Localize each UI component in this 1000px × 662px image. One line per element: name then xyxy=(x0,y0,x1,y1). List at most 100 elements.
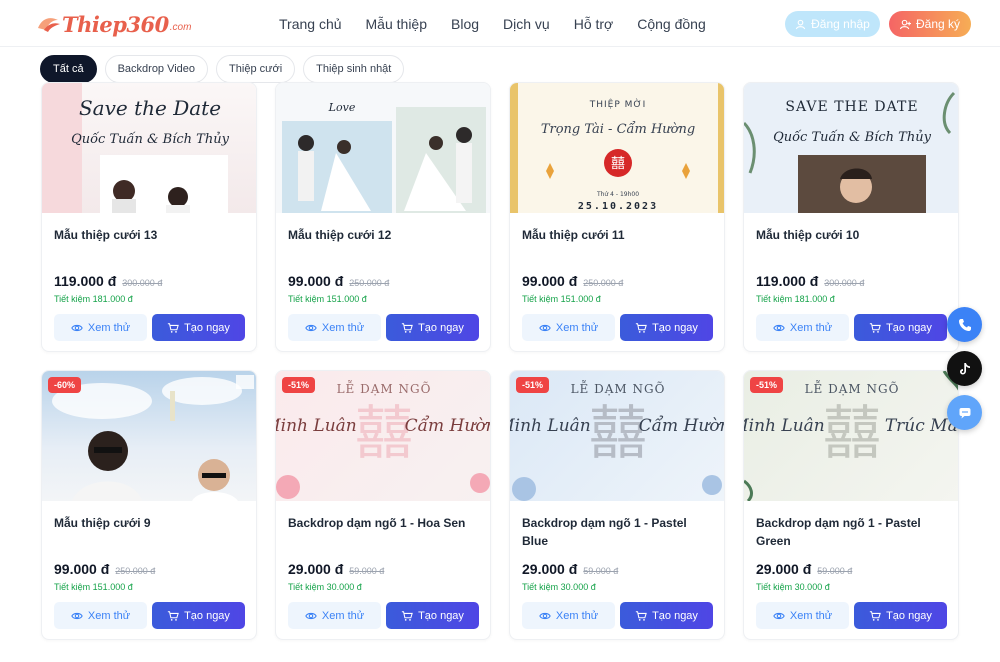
card-title[interactable]: Backdrop dạm ngõ 1 - Hoa Sen xyxy=(288,514,478,532)
card-title[interactable]: Backdrop dạm ngõ 1 - Pastel Blue xyxy=(522,514,712,550)
card-thumbnail[interactable]: LỄ DẠM NGÕ 囍 Minh Luân Trúc Mai -51% xyxy=(744,371,958,501)
product-card[interactable]: -60% Mẫu thiệp cưới 9 99.000 đ 250.000 đ… xyxy=(41,370,257,640)
create-button[interactable]: Tạo ngay xyxy=(854,602,947,629)
nav-home[interactable]: Trang chủ xyxy=(279,16,342,32)
nav-community[interactable]: Cộng đồng xyxy=(637,16,706,32)
product-card[interactable]: Save the Date Quốc Tuấn & Bích Thủy Mẫu … xyxy=(41,82,257,352)
eye-icon xyxy=(305,324,317,331)
price: 119.000 đ xyxy=(756,273,819,289)
tab-birthday-card[interactable]: Thiệp sinh nhật xyxy=(303,55,405,83)
register-label: Đăng ký xyxy=(915,17,961,31)
chat-icon xyxy=(959,407,970,418)
preview-button[interactable]: Xem thử xyxy=(54,314,147,341)
nav-support[interactable]: Hỗ trợ xyxy=(574,16,614,32)
login-label: Đăng nhập xyxy=(811,17,870,31)
preview-button[interactable]: Xem thử xyxy=(522,602,615,629)
old-price: 59.000 đ xyxy=(817,566,853,576)
create-label: Tạo ngay xyxy=(418,321,464,334)
cart-icon xyxy=(635,610,647,621)
product-grid: Save the Date Quốc Tuấn & Bích Thủy Mẫu … xyxy=(41,82,959,640)
eye-icon xyxy=(305,612,317,619)
preview-label: Xem thử xyxy=(555,609,599,622)
login-button[interactable]: Đăng nhập xyxy=(785,11,880,37)
price: 99.000 đ xyxy=(54,561,110,577)
phone-button[interactable] xyxy=(947,307,982,342)
cart-icon xyxy=(167,610,179,621)
old-price: 59.000 đ xyxy=(583,566,619,576)
product-card[interactable]: LỄ DẠM NGÕ 囍 Minh Luân Cẩm Hường -51% Ba… xyxy=(275,370,491,640)
create-button[interactable]: Tạo ngay xyxy=(386,602,479,629)
chat-button[interactable] xyxy=(947,395,982,430)
product-card[interactable]: SAVE THE DATE Quốc Tuấn & Bích Thủy Mẫu … xyxy=(743,82,959,352)
site-header: Thiep360 .com Trang chủ Mẫu thiệp Blog D… xyxy=(0,0,1000,47)
nav-services[interactable]: Dịch vụ xyxy=(503,16,550,32)
category-tabs: Tất cả Backdrop Video Thiệp cưới Thiệp s… xyxy=(40,55,405,83)
card-thumbnail[interactable]: LỄ DẠM NGÕ 囍 Minh Luân Cẩm Hường -51% xyxy=(510,371,725,501)
nav-templates[interactable]: Mẫu thiệp xyxy=(366,16,427,32)
tab-backdrop-video[interactable]: Backdrop Video xyxy=(104,55,209,83)
discount-badge: -51% xyxy=(282,377,316,393)
price: 119.000 đ xyxy=(54,273,117,289)
savings-text: Tiết kiệm 30.000 đ xyxy=(756,582,830,592)
create-button[interactable]: Tạo ngay xyxy=(152,314,245,341)
savings-text: Tiết kiệm 30.000 đ xyxy=(288,582,362,592)
card-thumbnail[interactable]: THIỆP MỜI Trọng Tài - Cẩm Hường 囍 Thứ 4 … xyxy=(510,83,724,213)
tab-all[interactable]: Tất cả xyxy=(40,55,97,83)
art-names-text: Quốc Tuấn & Bích Thủy xyxy=(71,131,230,147)
phone-icon xyxy=(958,318,971,331)
card-title[interactable]: Mẫu thiệp cưới 10 xyxy=(756,226,946,244)
old-price: 250.000 đ xyxy=(349,278,390,288)
create-button[interactable]: Tạo ngay xyxy=(386,314,479,341)
card-thumbnail[interactable]: Love xyxy=(276,83,490,213)
card-title[interactable]: Mẫu thiệp cưới 13 xyxy=(54,226,244,244)
create-button[interactable]: Tạo ngay xyxy=(620,314,713,341)
logo[interactable]: Thiep360 .com xyxy=(36,10,191,38)
wedding-photo-art: Love xyxy=(282,101,486,213)
preview-button[interactable]: Xem thử xyxy=(288,314,381,341)
price-row: 99.000 đ 250.000 đ xyxy=(522,273,623,289)
eye-icon xyxy=(539,324,551,331)
product-card[interactable]: LỄ DẠM NGÕ 囍 Minh Luân Cẩm Hường -51% Ba… xyxy=(509,370,725,640)
card-title[interactable]: Mẫu thiệp cưới 11 xyxy=(522,226,712,244)
user-icon xyxy=(795,19,806,29)
card-title[interactable]: Mẫu thiệp cưới 9 xyxy=(54,514,244,532)
preview-label: Xem thử xyxy=(87,609,131,622)
card-thumbnail[interactable]: -60% xyxy=(42,371,256,501)
preview-button[interactable]: Xem thử xyxy=(54,602,147,629)
art-top-text: LỄ DẠM NGÕ xyxy=(337,379,432,396)
create-label: Tạo ngay xyxy=(886,609,932,622)
old-price: 250.000 đ xyxy=(583,278,624,288)
card-thumbnail[interactable]: Save the Date Quốc Tuấn & Bích Thủy xyxy=(42,83,256,213)
cart-icon xyxy=(401,610,413,621)
art-time-text: Thứ 4 - 19h00 xyxy=(596,191,639,198)
logo-text: Thiep360 xyxy=(62,11,169,37)
product-card[interactable]: LỄ DẠM NGÕ 囍 Minh Luân Trúc Mai -51% Bac… xyxy=(743,370,959,640)
discount-badge: -51% xyxy=(750,377,784,393)
savings-text: Tiết kiệm 181.000 đ xyxy=(756,294,835,304)
eye-icon xyxy=(539,612,551,619)
price: 99.000 đ xyxy=(288,273,344,289)
tab-wedding-card[interactable]: Thiệp cưới xyxy=(216,55,296,83)
create-button[interactable]: Tạo ngay xyxy=(854,314,947,341)
nav-blog[interactable]: Blog xyxy=(451,16,479,32)
art-right-names: Cẩm Hường xyxy=(639,416,725,436)
card-title[interactable]: Backdrop dạm ngõ 1 - Pastel Green xyxy=(756,514,946,550)
preview-button[interactable]: Xem thử xyxy=(522,314,615,341)
product-card[interactable]: THIỆP MỜI Trọng Tài - Cẩm Hường 囍 Thứ 4 … xyxy=(509,82,725,352)
preview-button[interactable]: Xem thử xyxy=(288,602,381,629)
preview-button[interactable]: Xem thử xyxy=(756,602,849,629)
create-button[interactable]: Tạo ngay xyxy=(620,602,713,629)
card-thumbnail[interactable]: SAVE THE DATE Quốc Tuấn & Bích Thủy xyxy=(744,83,958,213)
create-label: Tạo ngay xyxy=(886,321,932,334)
product-card[interactable]: Love Mẫu thiệp cưới 12 99.000 đ 250.000 … xyxy=(275,82,491,352)
create-label: Tạo ngay xyxy=(418,609,464,622)
art-names-text: Quốc Tuấn & Bích Thủy xyxy=(773,129,932,145)
logo-bird-icon xyxy=(38,18,60,32)
preview-button[interactable]: Xem thử xyxy=(756,314,849,341)
card-thumbnail[interactable]: LỄ DẠM NGÕ 囍 Minh Luân Cẩm Hường -51% xyxy=(276,371,490,501)
create-button[interactable]: Tạo ngay xyxy=(152,602,245,629)
svg-text:囍: 囍 xyxy=(611,156,625,172)
card-title[interactable]: Mẫu thiệp cưới 12 xyxy=(288,226,478,244)
tiktok-button[interactable] xyxy=(947,351,982,386)
register-button[interactable]: Đăng ký xyxy=(889,11,971,37)
